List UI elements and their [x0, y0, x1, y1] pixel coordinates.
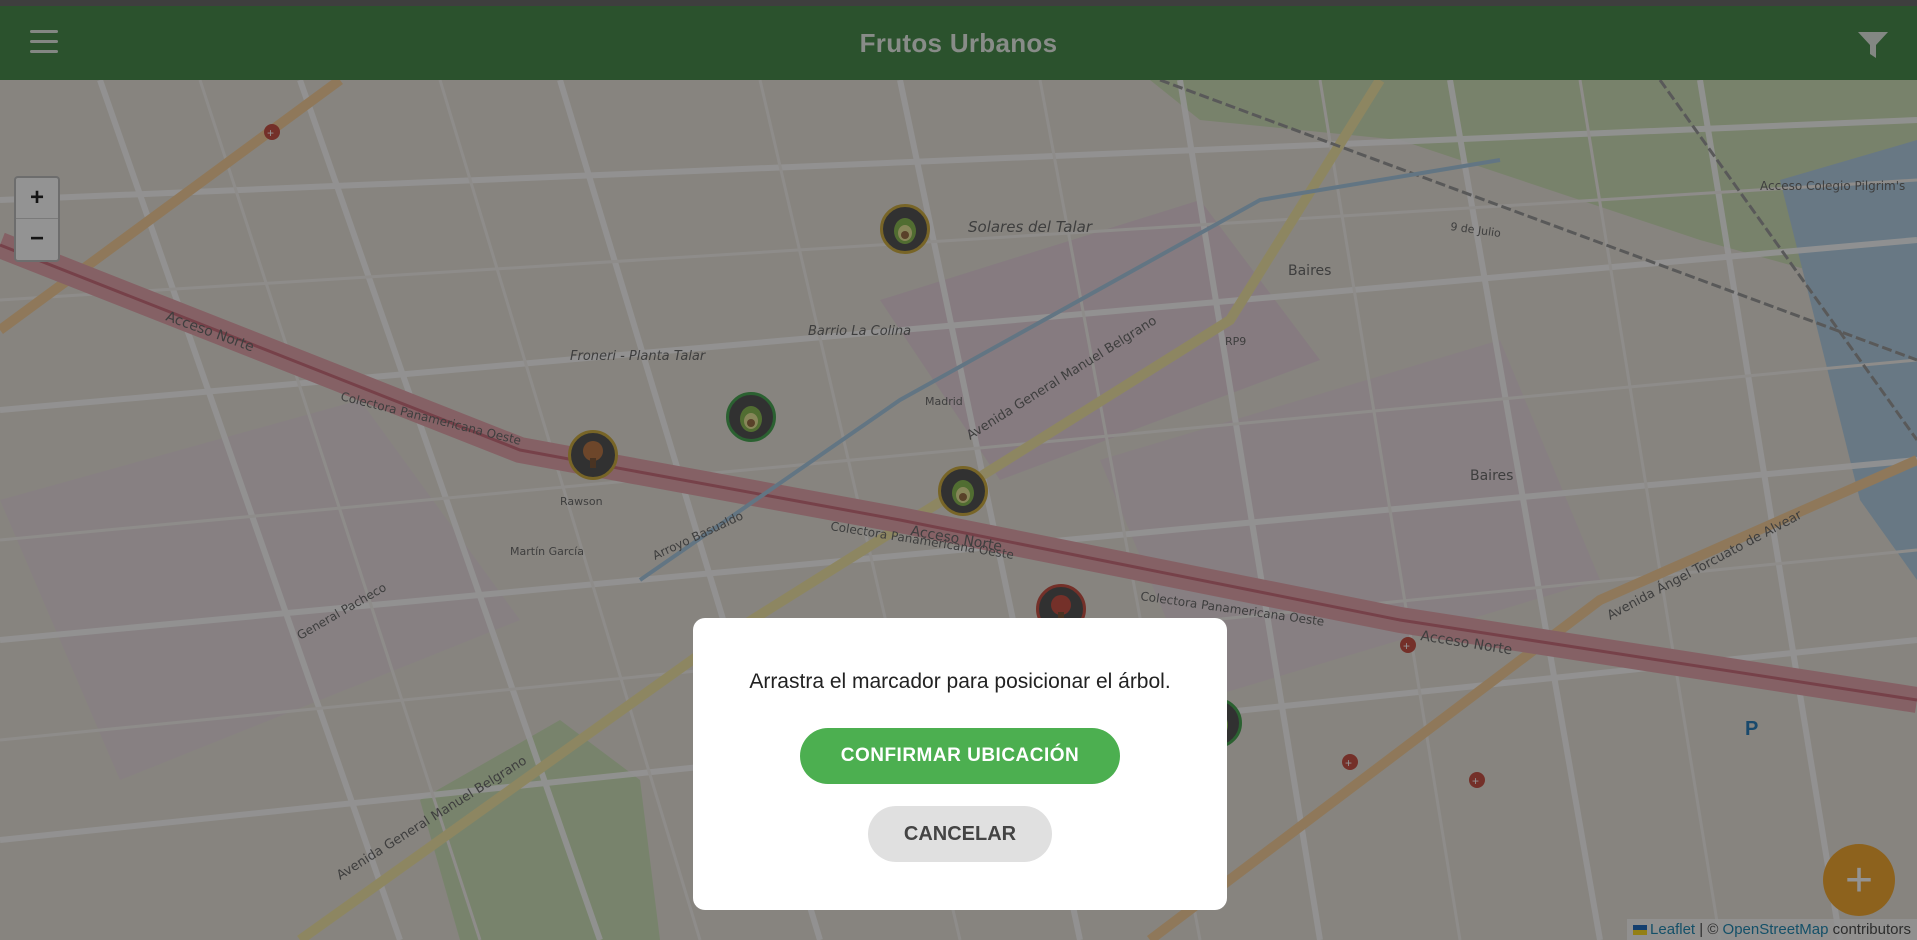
cancel-button[interactable]: CANCELAR [868, 806, 1052, 862]
position-marker-dialog: Arrastra el marcador para posicionar el … [693, 618, 1227, 910]
dialog-message: Arrastra el marcador para posicionar el … [749, 670, 1171, 693]
confirm-location-button[interactable]: CONFIRMAR UBICACIÓN [800, 728, 1120, 784]
